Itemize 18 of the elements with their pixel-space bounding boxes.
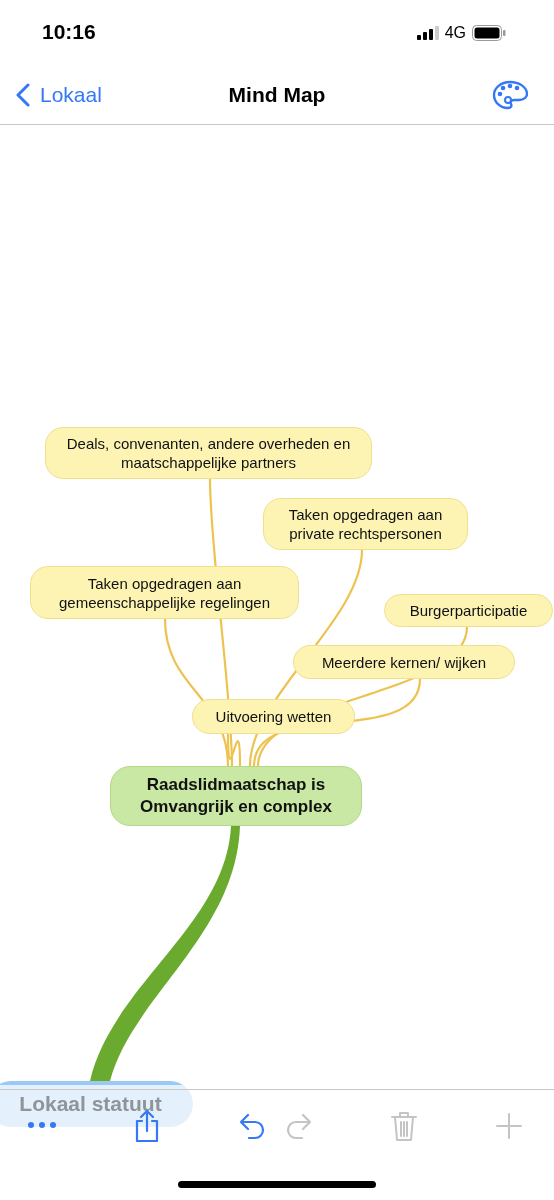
ellipsis-icon[interactable]: [27, 1121, 57, 1129]
subtopic-node[interactable]: Burgerparticipatie: [384, 594, 553, 627]
subtopic-node[interactable]: Deals, convenanten, andere overheden en maatschappelijke partners: [45, 427, 372, 479]
battery-icon: [472, 24, 506, 41]
status-time: 10:16: [42, 19, 96, 44]
subtopic-node[interactable]: Meerdere kernen/ wijken: [293, 645, 515, 679]
subtopic-node[interactable]: Taken opgedragen aan gemeenschappelijke regelingen: [30, 566, 299, 619]
back-link[interactable]: Lokaal: [16, 82, 102, 107]
subtopic-node[interactable]: Uitvoering wetten: [192, 699, 355, 734]
undo-icon[interactable]: [238, 1112, 266, 1140]
chevron-left-icon[interactable]: [16, 82, 30, 107]
palette-icon[interactable]: [492, 79, 528, 110]
screen-title: Mind Map: [228, 82, 326, 107]
central-topic-node[interactable]: Raadslidmaatschap is Omvangrijk en complex: [110, 766, 362, 826]
subtopic-node[interactable]: Taken opgedragen aan private rechtspersonen: [263, 498, 468, 550]
signal-icon: [416, 25, 439, 40]
network-label: 4G: [444, 23, 466, 42]
share-icon[interactable]: [134, 1109, 160, 1143]
